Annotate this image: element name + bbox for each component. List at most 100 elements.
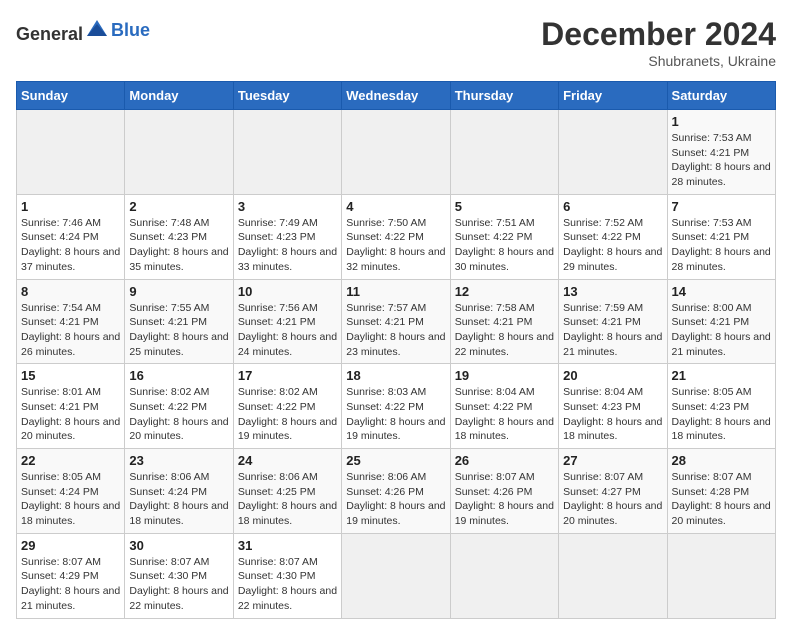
calendar-table: SundayMondayTuesdayWednesdayThursdayFrid… bbox=[16, 81, 776, 619]
calendar-cell: 18 Sunrise: 8:03 AMSunset: 4:22 PMDayligh… bbox=[342, 364, 450, 449]
day-number: 23 bbox=[129, 453, 228, 468]
day-number: 24 bbox=[238, 453, 337, 468]
day-number: 2 bbox=[129, 199, 228, 214]
day-info: Sunrise: 7:56 AMSunset: 4:21 PMDaylight:… bbox=[238, 301, 337, 360]
calendar-cell: 23 Sunrise: 8:06 AMSunset: 4:24 PMDayligh… bbox=[125, 449, 233, 534]
calendar-cell bbox=[233, 110, 341, 195]
day-number: 1 bbox=[672, 114, 771, 129]
calendar-cell: 5Sunrise: 7:51 AMSunset: 4:22 PMDaylight… bbox=[450, 194, 558, 279]
day-info: Sunrise: 8:04 AMSunset: 4:23 PMDaylight:… bbox=[563, 385, 662, 444]
day-number: 16 bbox=[129, 368, 228, 383]
week-row-5: 29 Sunrise: 8:07 AMSunset: 4:29 PMDayligh… bbox=[17, 533, 776, 618]
page-header: General Blue December 2024 Shubranets, U… bbox=[16, 16, 776, 69]
calendar-cell: 10 Sunrise: 7:56 AMSunset: 4:21 PMDayligh… bbox=[233, 279, 341, 364]
calendar-cell: 25 Sunrise: 8:06 AMSunset: 4:26 PMDayligh… bbox=[342, 449, 450, 534]
header-day-thursday: Thursday bbox=[450, 82, 558, 110]
calendar-cell: 28 Sunrise: 8:07 AMSunset: 4:28 PMDayligh… bbox=[667, 449, 775, 534]
calendar-cell: 1Sunrise: 7:53 AMSunset: 4:21 PMDaylight… bbox=[667, 110, 775, 195]
calendar-cell: 24 Sunrise: 8:06 AMSunset: 4:25 PMDayligh… bbox=[233, 449, 341, 534]
day-info: Sunrise: 8:02 AMSunset: 4:22 PMDaylight:… bbox=[238, 385, 337, 444]
calendar-cell: 13 Sunrise: 7:59 AMSunset: 4:21 PMDayligh… bbox=[559, 279, 667, 364]
calendar-cell bbox=[342, 533, 450, 618]
day-number: 20 bbox=[563, 368, 662, 383]
day-number: 9 bbox=[129, 284, 228, 299]
day-number: 17 bbox=[238, 368, 337, 383]
day-info: Sunrise: 7:50 AMSunset: 4:22 PMDaylight:… bbox=[346, 216, 445, 275]
day-number: 14 bbox=[672, 284, 771, 299]
day-info: Sunrise: 8:06 AMSunset: 4:24 PMDaylight:… bbox=[129, 470, 228, 529]
calendar-cell: 12 Sunrise: 7:58 AMSunset: 4:21 PMDayligh… bbox=[450, 279, 558, 364]
week-row-2: 8 Sunrise: 7:54 AMSunset: 4:21 PMDaylight… bbox=[17, 279, 776, 364]
day-info: Sunrise: 8:07 AMSunset: 4:26 PMDaylight:… bbox=[455, 470, 554, 529]
day-number: 31 bbox=[238, 538, 337, 553]
day-number: 1 bbox=[21, 199, 120, 214]
header-day-friday: Friday bbox=[559, 82, 667, 110]
day-number: 19 bbox=[455, 368, 554, 383]
logo-blue: Blue bbox=[111, 20, 150, 41]
calendar-cell: 9 Sunrise: 7:55 AMSunset: 4:21 PMDaylight… bbox=[125, 279, 233, 364]
logo-general: General bbox=[16, 24, 83, 44]
day-info: Sunrise: 8:02 AMSunset: 4:22 PMDaylight:… bbox=[129, 385, 228, 444]
calendar-cell: 3 Sunrise: 7:49 AMSunset: 4:23 PMDaylight… bbox=[233, 194, 341, 279]
day-info: Sunrise: 8:00 AMSunset: 4:21 PMDaylight:… bbox=[672, 301, 771, 360]
day-info: Sunrise: 7:51 AMSunset: 4:22 PMDaylight:… bbox=[455, 216, 554, 275]
calendar-cell: 19 Sunrise: 8:04 AMSunset: 4:22 PMDayligh… bbox=[450, 364, 558, 449]
location-subtitle: Shubranets, Ukraine bbox=[541, 53, 776, 69]
day-info: Sunrise: 8:04 AMSunset: 4:22 PMDaylight:… bbox=[455, 385, 554, 444]
title-block: December 2024 Shubranets, Ukraine bbox=[541, 16, 776, 69]
calendar-cell: 27Sunrise: 8:07 AMSunset: 4:27 PMDayligh… bbox=[559, 449, 667, 534]
calendar-cell bbox=[559, 533, 667, 618]
day-info: Sunrise: 7:58 AMSunset: 4:21 PMDaylight:… bbox=[455, 301, 554, 360]
day-info: Sunrise: 8:07 AMSunset: 4:30 PMDaylight:… bbox=[238, 555, 337, 614]
calendar-cell bbox=[667, 533, 775, 618]
header-day-saturday: Saturday bbox=[667, 82, 775, 110]
calendar-cell: 7Sunrise: 7:53 AMSunset: 4:21 PMDaylight… bbox=[667, 194, 775, 279]
day-info: Sunrise: 8:05 AMSunset: 4:24 PMDaylight:… bbox=[21, 470, 120, 529]
day-info: Sunrise: 7:53 AMSunset: 4:21 PMDaylight:… bbox=[672, 216, 771, 275]
day-info: Sunrise: 7:48 AMSunset: 4:23 PMDaylight:… bbox=[129, 216, 228, 275]
day-info: Sunrise: 8:07 AMSunset: 4:30 PMDaylight:… bbox=[129, 555, 228, 614]
day-number: 4 bbox=[346, 199, 445, 214]
calendar-cell: 31 Sunrise: 8:07 AMSunset: 4:30 PMDayligh… bbox=[233, 533, 341, 618]
day-info: Sunrise: 8:07 AMSunset: 4:29 PMDaylight:… bbox=[21, 555, 120, 614]
calendar-cell: 30Sunrise: 8:07 AMSunset: 4:30 PMDayligh… bbox=[125, 533, 233, 618]
day-info: Sunrise: 8:06 AMSunset: 4:25 PMDaylight:… bbox=[238, 470, 337, 529]
calendar-cell bbox=[450, 110, 558, 195]
day-number: 26 bbox=[455, 453, 554, 468]
day-info: Sunrise: 7:55 AMSunset: 4:21 PMDaylight:… bbox=[129, 301, 228, 360]
logo: General Blue bbox=[16, 16, 150, 45]
week-row-1: 1Sunrise: 7:46 AMSunset: 4:24 PMDaylight… bbox=[17, 194, 776, 279]
day-number: 3 bbox=[238, 199, 337, 214]
day-info: Sunrise: 7:54 AMSunset: 4:21 PMDaylight:… bbox=[21, 301, 120, 360]
calendar-cell bbox=[450, 533, 558, 618]
day-number: 18 bbox=[346, 368, 445, 383]
day-info: Sunrise: 7:49 AMSunset: 4:23 PMDaylight:… bbox=[238, 216, 337, 275]
day-info: Sunrise: 8:03 AMSunset: 4:22 PMDaylight:… bbox=[346, 385, 445, 444]
day-info: Sunrise: 7:52 AMSunset: 4:22 PMDaylight:… bbox=[563, 216, 662, 275]
calendar-cell bbox=[125, 110, 233, 195]
day-number: 27 bbox=[563, 453, 662, 468]
day-info: Sunrise: 8:06 AMSunset: 4:26 PMDaylight:… bbox=[346, 470, 445, 529]
header-day-monday: Monday bbox=[125, 82, 233, 110]
day-number: 10 bbox=[238, 284, 337, 299]
calendar-cell: 22Sunrise: 8:05 AMSunset: 4:24 PMDayligh… bbox=[17, 449, 125, 534]
header-row: SundayMondayTuesdayWednesdayThursdayFrid… bbox=[17, 82, 776, 110]
calendar-cell: 20 Sunrise: 8:04 AMSunset: 4:23 PMDayligh… bbox=[559, 364, 667, 449]
calendar-cell: 6Sunrise: 7:52 AMSunset: 4:22 PMDaylight… bbox=[559, 194, 667, 279]
day-number: 25 bbox=[346, 453, 445, 468]
day-info: Sunrise: 7:59 AMSunset: 4:21 PMDaylight:… bbox=[563, 301, 662, 360]
calendar-cell: 4 Sunrise: 7:50 AMSunset: 4:22 PMDaylight… bbox=[342, 194, 450, 279]
day-number: 8 bbox=[21, 284, 120, 299]
header-day-tuesday: Tuesday bbox=[233, 82, 341, 110]
day-info: Sunrise: 8:01 AMSunset: 4:21 PMDaylight:… bbox=[21, 385, 120, 444]
calendar-cell: 17 Sunrise: 8:02 AMSunset: 4:22 PMDayligh… bbox=[233, 364, 341, 449]
day-number: 12 bbox=[455, 284, 554, 299]
day-number: 28 bbox=[672, 453, 771, 468]
week-row-4: 22Sunrise: 8:05 AMSunset: 4:24 PMDayligh… bbox=[17, 449, 776, 534]
month-title: December 2024 bbox=[541, 16, 776, 53]
calendar-cell: 1Sunrise: 7:46 AMSunset: 4:24 PMDaylight… bbox=[17, 194, 125, 279]
day-number: 13 bbox=[563, 284, 662, 299]
day-number: 21 bbox=[672, 368, 771, 383]
day-number: 29 bbox=[21, 538, 120, 553]
day-info: Sunrise: 8:07 AMSunset: 4:28 PMDaylight:… bbox=[672, 470, 771, 529]
